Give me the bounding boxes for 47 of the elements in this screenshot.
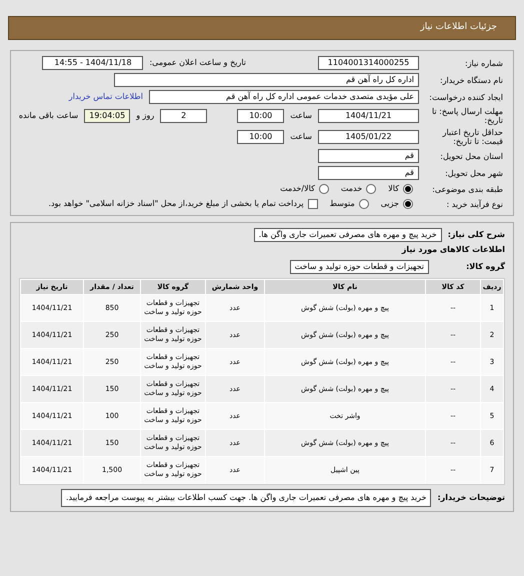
text-field[interactable]: 19:04:05 (84, 109, 130, 123)
text-field[interactable]: 2 (160, 109, 208, 123)
text-field[interactable]: 1404/11/18 - 14:55 (42, 56, 144, 70)
text-field[interactable]: قم (318, 149, 419, 163)
radio-button[interactable] (318, 184, 329, 194)
contact-link[interactable]: اطلاعات تماس خریدار (68, 91, 143, 103)
field-label: نوع فرآیند خرید : (445, 200, 503, 208)
field-label: توضیحات خریدار: (437, 492, 505, 504)
field-label: نام دستگاه خریدار: (439, 76, 503, 84)
field-label: شرح کلی نیاز: (448, 229, 505, 241)
radio-label: کالا (388, 183, 399, 195)
text-field[interactable]: 1104001314000255 (318, 56, 419, 70)
radio-label: کالا/خدمت (280, 183, 315, 195)
text-field[interactable]: 10:00 (237, 109, 284, 123)
field-label: حداقل تاریخ اعتبار قیمت: تا تاریخ: (441, 128, 503, 146)
text-field[interactable]: 1405/01/22 (318, 130, 419, 144)
checkbox-label: پرداخت تمام یا بخشی از مبلغ خرید،از محل "اسناد خزانه اسلامی" خواهد بود. (48, 198, 304, 210)
text-field[interactable]: علی مؤیدی متصدی خدمات عمومی اداره کل راه آهن قم (149, 90, 419, 104)
field-label: روز و (136, 110, 154, 122)
field-label: ساعت باقی مانده (18, 110, 78, 122)
text-field[interactable]: 1404/11/21 (318, 109, 419, 123)
text-field[interactable]: خرید پیچ و مهره های مصرفی تعمیرات جاری واگن ها. (254, 228, 442, 242)
text-field[interactable]: 10:00 (237, 130, 284, 144)
radio-label: جزیی (380, 198, 399, 210)
field-label: تاریخ و ساعت اعلان عمومی: (149, 57, 246, 69)
field-label: استان محل تحویل: (439, 152, 503, 160)
field-label: شماره نیاز: (464, 58, 503, 68)
radio-button[interactable] (358, 199, 369, 209)
section-title: اطلاعات کالاهای مورد نیاز (400, 244, 505, 256)
text-field[interactable]: قم (318, 166, 419, 180)
radio-button[interactable] (403, 199, 413, 209)
header-title: جزئیات اطلاعات نیاز (420, 21, 497, 34)
radio-button[interactable] (366, 184, 376, 194)
notes-field: خرید پیچ و مهره های مصرفی تعمیرات جاری واگن ها. جهت کسب اطلاعات بیشتر به پیوست مراجعه فرمایید. (60, 489, 432, 507)
checkbox[interactable] (308, 199, 318, 209)
field-label: ساعت (290, 131, 312, 143)
field-label: شهر محل تحویل: (444, 168, 503, 178)
field-label: طبقه بندی موضوعی: (431, 184, 503, 194)
radio-label: خدمت (340, 183, 362, 195)
text-field[interactable]: اداره کل راه آهن قم (114, 73, 419, 87)
radio-button[interactable] (403, 184, 413, 194)
field-label: ایجاد کننده درخواست: (428, 92, 503, 102)
field-label: مهلت ارسال پاسخ: تا تاریخ: (430, 107, 503, 125)
field-label: گروه کالا: (465, 261, 505, 273)
text-field[interactable]: تجهیزات و قطعات حوزه تولید و ساخت (290, 260, 429, 274)
field-label: ساعت (290, 110, 312, 122)
radio-label: متوسط (330, 198, 355, 210)
